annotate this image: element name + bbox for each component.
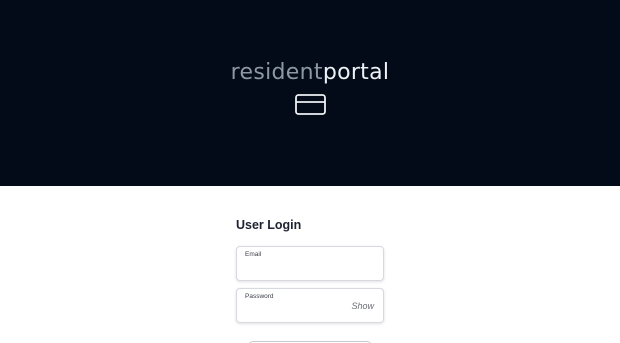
email-field[interactable] (244, 261, 352, 277)
credit-card-icon (295, 94, 326, 115)
password-field[interactable] (244, 303, 352, 319)
password-label: Password (245, 293, 274, 300)
email-label: Email (245, 251, 262, 258)
page-title: User Login (236, 218, 302, 232)
show-password-toggle[interactable]: Show (351, 300, 374, 312)
email-field-container[interactable]: Email (236, 246, 384, 281)
logo-text-portal: portal (322, 60, 390, 85)
logo-text-resident: resident (230, 60, 323, 85)
login-form: User Login Email Password Show (236, 216, 384, 323)
resident-portal-logo: residentportal (0, 58, 620, 88)
password-field-container[interactable]: Password Show (236, 288, 384, 323)
header-banner: residentportal (0, 0, 620, 186)
